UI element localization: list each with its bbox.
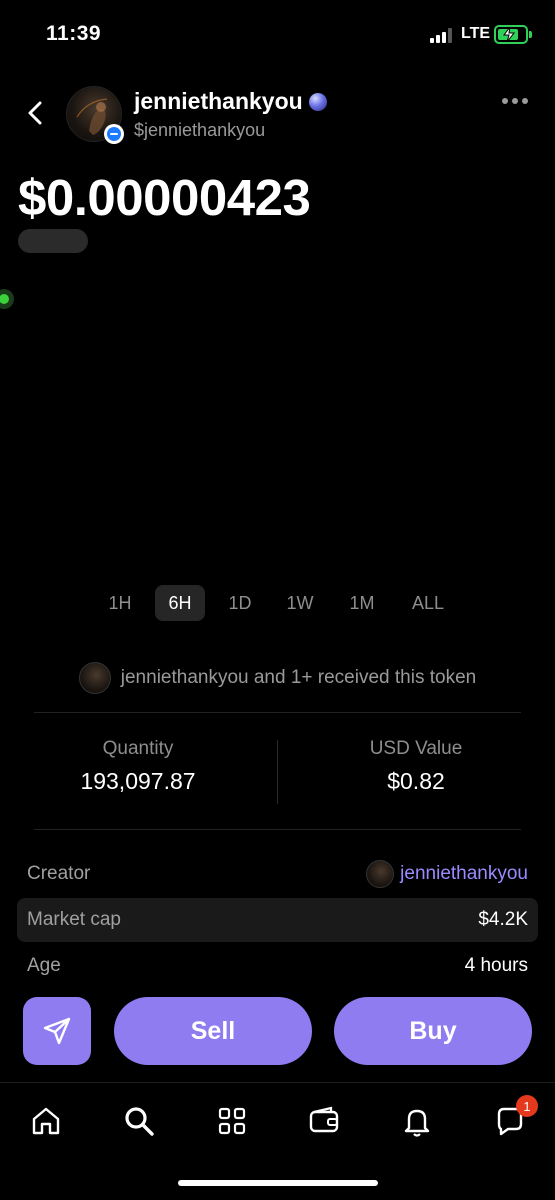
back-button[interactable] <box>20 96 50 130</box>
timeframe-1d[interactable]: 1D <box>215 585 265 621</box>
live-indicator-icon <box>0 289 14 309</box>
token-price: $0.00000423 <box>18 169 311 226</box>
received-text: jenniethankyou and 1+ received this toke… <box>120 667 477 688</box>
tab-search[interactable] <box>119 1101 159 1141</box>
token-handle: $jenniethankyou <box>134 120 266 140</box>
chevron-left-icon <box>28 101 42 125</box>
trade-actions: Sell Buy <box>0 997 555 1065</box>
divider <box>34 829 521 830</box>
price-change-pill <box>18 229 88 253</box>
status-time: 11:39 <box>46 22 102 45</box>
creator-label: Creator <box>27 863 91 884</box>
avatar <box>78 662 111 694</box>
more-options-button[interactable] <box>502 98 532 108</box>
dot-icon <box>512 98 518 104</box>
usd-value-stat: USD Value $0.82 <box>306 738 526 795</box>
timeframe-6h[interactable]: 6H <box>155 585 205 621</box>
market-cap-row: Market cap $4.2K <box>17 898 538 942</box>
token-header: jenniethankyou $jenniethankyou <box>0 78 555 148</box>
timeframe-1w[interactable]: 1W <box>275 585 325 621</box>
usd-value: $0.82 <box>387 768 445 794</box>
send-button[interactable] <box>23 997 91 1065</box>
status-bar: 11:39 LTE <box>0 0 555 70</box>
quantity-stat: Quantity 193,097.87 <box>28 738 248 795</box>
notification-badge: 1 <box>516 1095 538 1117</box>
tab-explore[interactable] <box>212 1101 252 1141</box>
send-icon <box>43 1017 71 1045</box>
quantity-value: 193,097.87 <box>80 768 196 794</box>
quantity-label: Quantity <box>102 738 174 759</box>
stats-separator <box>277 740 278 804</box>
timeframe-all[interactable]: ALL <box>403 585 453 621</box>
creator-link[interactable]: jenniethankyou <box>366 860 528 888</box>
home-icon <box>32 1107 60 1135</box>
creator-name: jenniethankyou <box>400 863 528 884</box>
sell-button[interactable]: Sell <box>114 997 312 1065</box>
creator-row: Creator jenniethankyou <box>17 852 538 896</box>
battery-icon <box>494 25 528 44</box>
age-row: Age 4 hours <box>17 944 538 988</box>
profile-avatar[interactable] <box>66 86 124 144</box>
wallet-icon <box>309 1106 339 1133</box>
avatar <box>366 860 395 888</box>
timeframe-1h[interactable]: 1H <box>95 585 145 621</box>
network-label: LTE <box>461 25 491 42</box>
tab-home[interactable] <box>26 1101 66 1141</box>
buy-button[interactable]: Buy <box>334 997 532 1065</box>
tab-wallet[interactable] <box>304 1101 344 1141</box>
dot-icon <box>502 98 508 104</box>
received-info[interactable]: jenniethankyou and 1+ received this toke… <box>0 660 555 696</box>
bell-icon <box>404 1109 430 1137</box>
divider <box>34 712 521 713</box>
age-value: 4 hours <box>464 955 528 976</box>
profile-name-row[interactable]: jenniethankyou <box>134 88 327 115</box>
usd-value-label: USD Value <box>369 738 463 759</box>
tab-messages[interactable]: 1 <box>490 1095 538 1141</box>
timeframe-1m[interactable]: 1M <box>337 585 387 621</box>
tab-notifications[interactable] <box>397 1101 437 1141</box>
holdings-stats: Quantity 193,097.87 USD Value $0.82 <box>0 738 555 804</box>
dot-icon <box>522 98 528 104</box>
display-name: jenniethankyou <box>134 88 303 114</box>
age-label: Age <box>27 955 61 976</box>
grid-icon <box>218 1107 246 1135</box>
market-cap-label: Market cap <box>27 909 121 930</box>
market-cap-value: $4.2K <box>478 909 528 930</box>
search-icon <box>125 1107 154 1136</box>
home-indicator <box>178 1180 378 1186</box>
battery-cap <box>529 31 532 38</box>
verified-badge-icon <box>104 124 124 144</box>
signal-icon <box>430 27 456 43</box>
orb-icon <box>308 92 327 111</box>
timeframe-selector: 1H 6H 1D 1W 1M ALL <box>95 585 453 621</box>
